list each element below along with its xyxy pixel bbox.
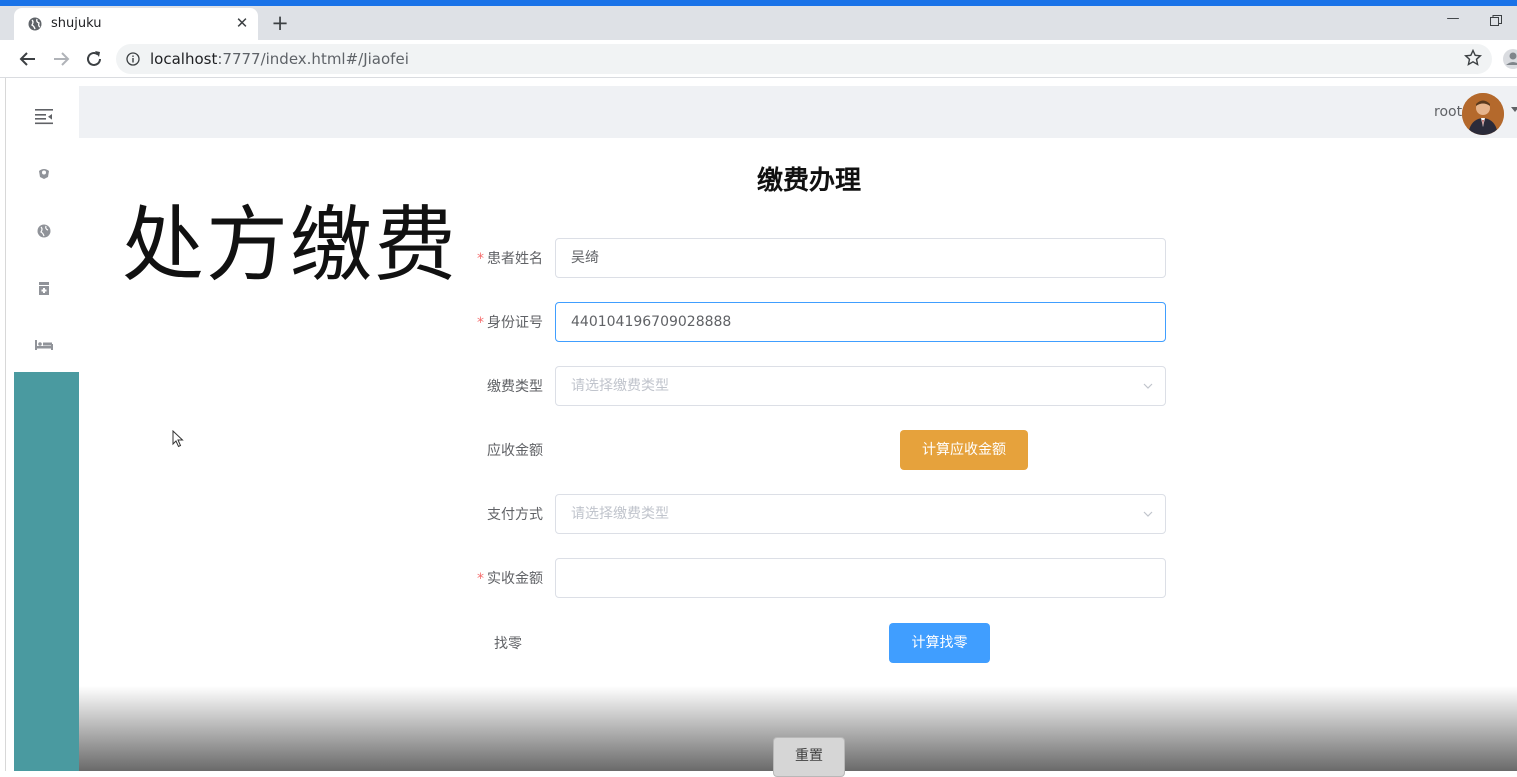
chevron-down-icon bbox=[1143, 383, 1153, 389]
id-number-input[interactable]: 440104196709028888 bbox=[555, 302, 1166, 342]
browser-tab[interactable]: shujuku ✕ bbox=[14, 8, 258, 40]
avatar-portrait-icon bbox=[1462, 93, 1504, 135]
actual-amount-input[interactable] bbox=[555, 558, 1166, 598]
required-mark: * bbox=[477, 251, 484, 267]
id-number-label: * 身份证号 bbox=[477, 315, 543, 331]
globe-icon[interactable] bbox=[34, 221, 54, 241]
browser-profile-icon[interactable] bbox=[1502, 48, 1517, 70]
window-left-edge bbox=[0, 78, 6, 771]
tab-title: shujuku bbox=[51, 16, 102, 31]
page-big-title: 处方缴费 bbox=[122, 198, 459, 293]
actual-amount-label: * 实收金额 bbox=[477, 571, 543, 587]
form-title: 缴费办理 bbox=[756, 166, 861, 196]
reset-button[interactable]: 重置 bbox=[773, 737, 845, 777]
medicine-box-icon[interactable] bbox=[34, 278, 54, 298]
patient-name-input[interactable]: 吴绮 bbox=[555, 238, 1166, 278]
sidebar bbox=[14, 78, 79, 771]
browser-address-bar: localhost:7777/index.html#/Jiaofei bbox=[0, 40, 1517, 78]
user-menu-caret-icon[interactable] bbox=[1511, 107, 1517, 112]
fee-type-placeholder: 请选择缴费类型 bbox=[571, 378, 669, 394]
calc-change-button[interactable]: 计算找零 bbox=[889, 623, 990, 663]
menu-fold-icon[interactable] bbox=[34, 106, 54, 126]
receivable-label: 应收金额 bbox=[487, 443, 543, 459]
new-tab-icon[interactable]: + bbox=[268, 13, 292, 35]
bed-icon[interactable] bbox=[34, 335, 54, 355]
forward-arrow-icon[interactable] bbox=[50, 48, 72, 70]
window-restore-icon[interactable] bbox=[1490, 15, 1502, 26]
window-minimize-icon[interactable]: — bbox=[1443, 11, 1463, 29]
sidebar-panel bbox=[14, 372, 79, 771]
calc-receivable-button[interactable]: 计算应收金额 bbox=[900, 430, 1028, 470]
username[interactable]: root bbox=[1434, 104, 1462, 120]
required-mark: * bbox=[477, 315, 484, 331]
fee-type-select[interactable]: 请选择缴费类型 bbox=[555, 366, 1166, 406]
bookmark-star-icon[interactable] bbox=[1464, 49, 1482, 67]
reload-icon[interactable] bbox=[83, 48, 105, 70]
tab-close-icon[interactable]: ✕ bbox=[233, 13, 251, 33]
back-arrow-icon[interactable] bbox=[17, 48, 39, 70]
url-bar[interactable]: localhost:7777/index.html#/Jiaofei bbox=[116, 44, 1492, 74]
chevron-down-icon bbox=[1143, 511, 1153, 517]
fee-type-label: 缴费类型 bbox=[487, 379, 543, 395]
user-shield-icon[interactable] bbox=[34, 164, 54, 184]
site-info-icon[interactable] bbox=[126, 52, 140, 66]
payment-method-select[interactable]: 请选择缴费类型 bbox=[555, 494, 1166, 534]
change-label: 找零 bbox=[494, 636, 522, 652]
payment-method-placeholder: 请选择缴费类型 bbox=[571, 506, 669, 522]
avatar[interactable] bbox=[1462, 93, 1504, 135]
app-header: root bbox=[79, 86, 1517, 138]
browser-tab-bar: shujuku ✕ + — bbox=[0, 6, 1517, 40]
globe-favicon-icon bbox=[28, 17, 42, 31]
patient-name-label: * 患者姓名 bbox=[477, 251, 543, 267]
required-mark: * bbox=[477, 571, 484, 587]
mouse-cursor-icon bbox=[172, 430, 184, 448]
url-text: localhost:7777/index.html#/Jiaofei bbox=[150, 50, 409, 68]
payment-method-label: 支付方式 bbox=[487, 507, 543, 523]
